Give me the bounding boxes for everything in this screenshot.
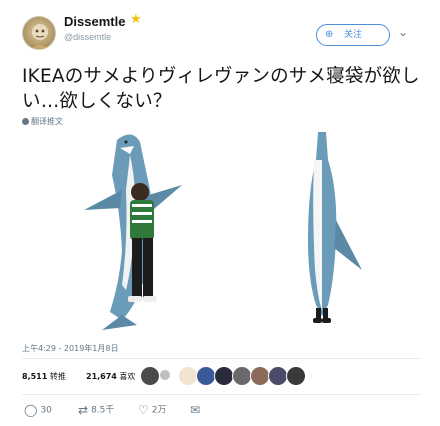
avatar[interactable]	[250, 366, 270, 386]
like-count: 2万	[151, 405, 167, 416]
reply-count: 30	[40, 405, 52, 416]
like-button[interactable]: ♡ 2万	[138, 402, 167, 418]
shark-hug-photo	[84, 134, 182, 330]
user-handle[interactable]: @dissemtle	[64, 32, 111, 42]
retweet-count: 8.5千	[91, 405, 115, 416]
avatar[interactable]	[196, 366, 216, 386]
engagement-stats: 8,511 转推 21,674 喜欢	[22, 366, 422, 388]
tweet-media[interactable]	[22, 130, 422, 330]
retweets-count: 8,511	[22, 372, 48, 381]
tweet-actions: ◯ 30 ⇄ 8.5千 ♡ 2万 ✉	[22, 402, 422, 420]
retweet-button[interactable]: ⇄ 8.5千	[78, 402, 114, 418]
likes-label: 喜欢	[119, 372, 136, 381]
avatar[interactable]	[214, 366, 234, 386]
avatar[interactable]	[232, 366, 252, 386]
divider	[22, 358, 422, 359]
avatar[interactable]	[178, 366, 198, 386]
avatar[interactable]	[286, 366, 306, 386]
likes-stat[interactable]: 21,674 喜欢	[86, 371, 135, 382]
retweets-stat[interactable]: 8,511 转推	[22, 371, 66, 382]
avatar[interactable]	[22, 16, 56, 50]
retweet-icon: ⇄	[78, 403, 89, 417]
tweet-text: IKEAのサメよりヴィレヴァンのサメ寝袋が欲しい…欲しくない？	[22, 66, 420, 112]
chevron-down-icon[interactable]: ⌄	[398, 25, 408, 39]
tweet-header: Dissemtle ★ @dissemtle ⊕ 关注 ⌄	[0, 0, 440, 52]
follow-button[interactable]: ⊕ 关注	[316, 24, 390, 46]
display-name[interactable]: Dissemtle	[64, 14, 125, 29]
avatar-image	[31, 24, 49, 49]
reply-icon: ◯	[24, 403, 38, 417]
globe-icon	[22, 118, 29, 125]
avatar[interactable]	[160, 370, 170, 380]
heart-icon: ♡	[138, 403, 149, 417]
tweet-timestamp[interactable]: 上午4:29 - 2019年1月8日	[22, 343, 118, 354]
retweets-label: 转推	[49, 372, 66, 381]
hanging-shark-photo	[308, 132, 362, 323]
avatar[interactable]	[140, 366, 160, 386]
likes-count: 21,674	[86, 372, 117, 381]
reply-button[interactable]: ◯ 30	[24, 402, 52, 418]
avatar[interactable]	[268, 366, 288, 386]
add-user-icon: ⊕	[325, 29, 334, 40]
direct-message-button[interactable]: ✉	[190, 402, 203, 418]
follow-button-label: 关注	[343, 30, 362, 40]
translate-link[interactable]: 翻译推文	[22, 116, 63, 127]
star-emoji-icon: ★	[130, 12, 142, 27]
divider	[22, 394, 422, 395]
envelope-icon: ✉	[190, 403, 201, 417]
translate-label: 翻译推文	[31, 117, 63, 126]
media-image	[84, 132, 362, 330]
